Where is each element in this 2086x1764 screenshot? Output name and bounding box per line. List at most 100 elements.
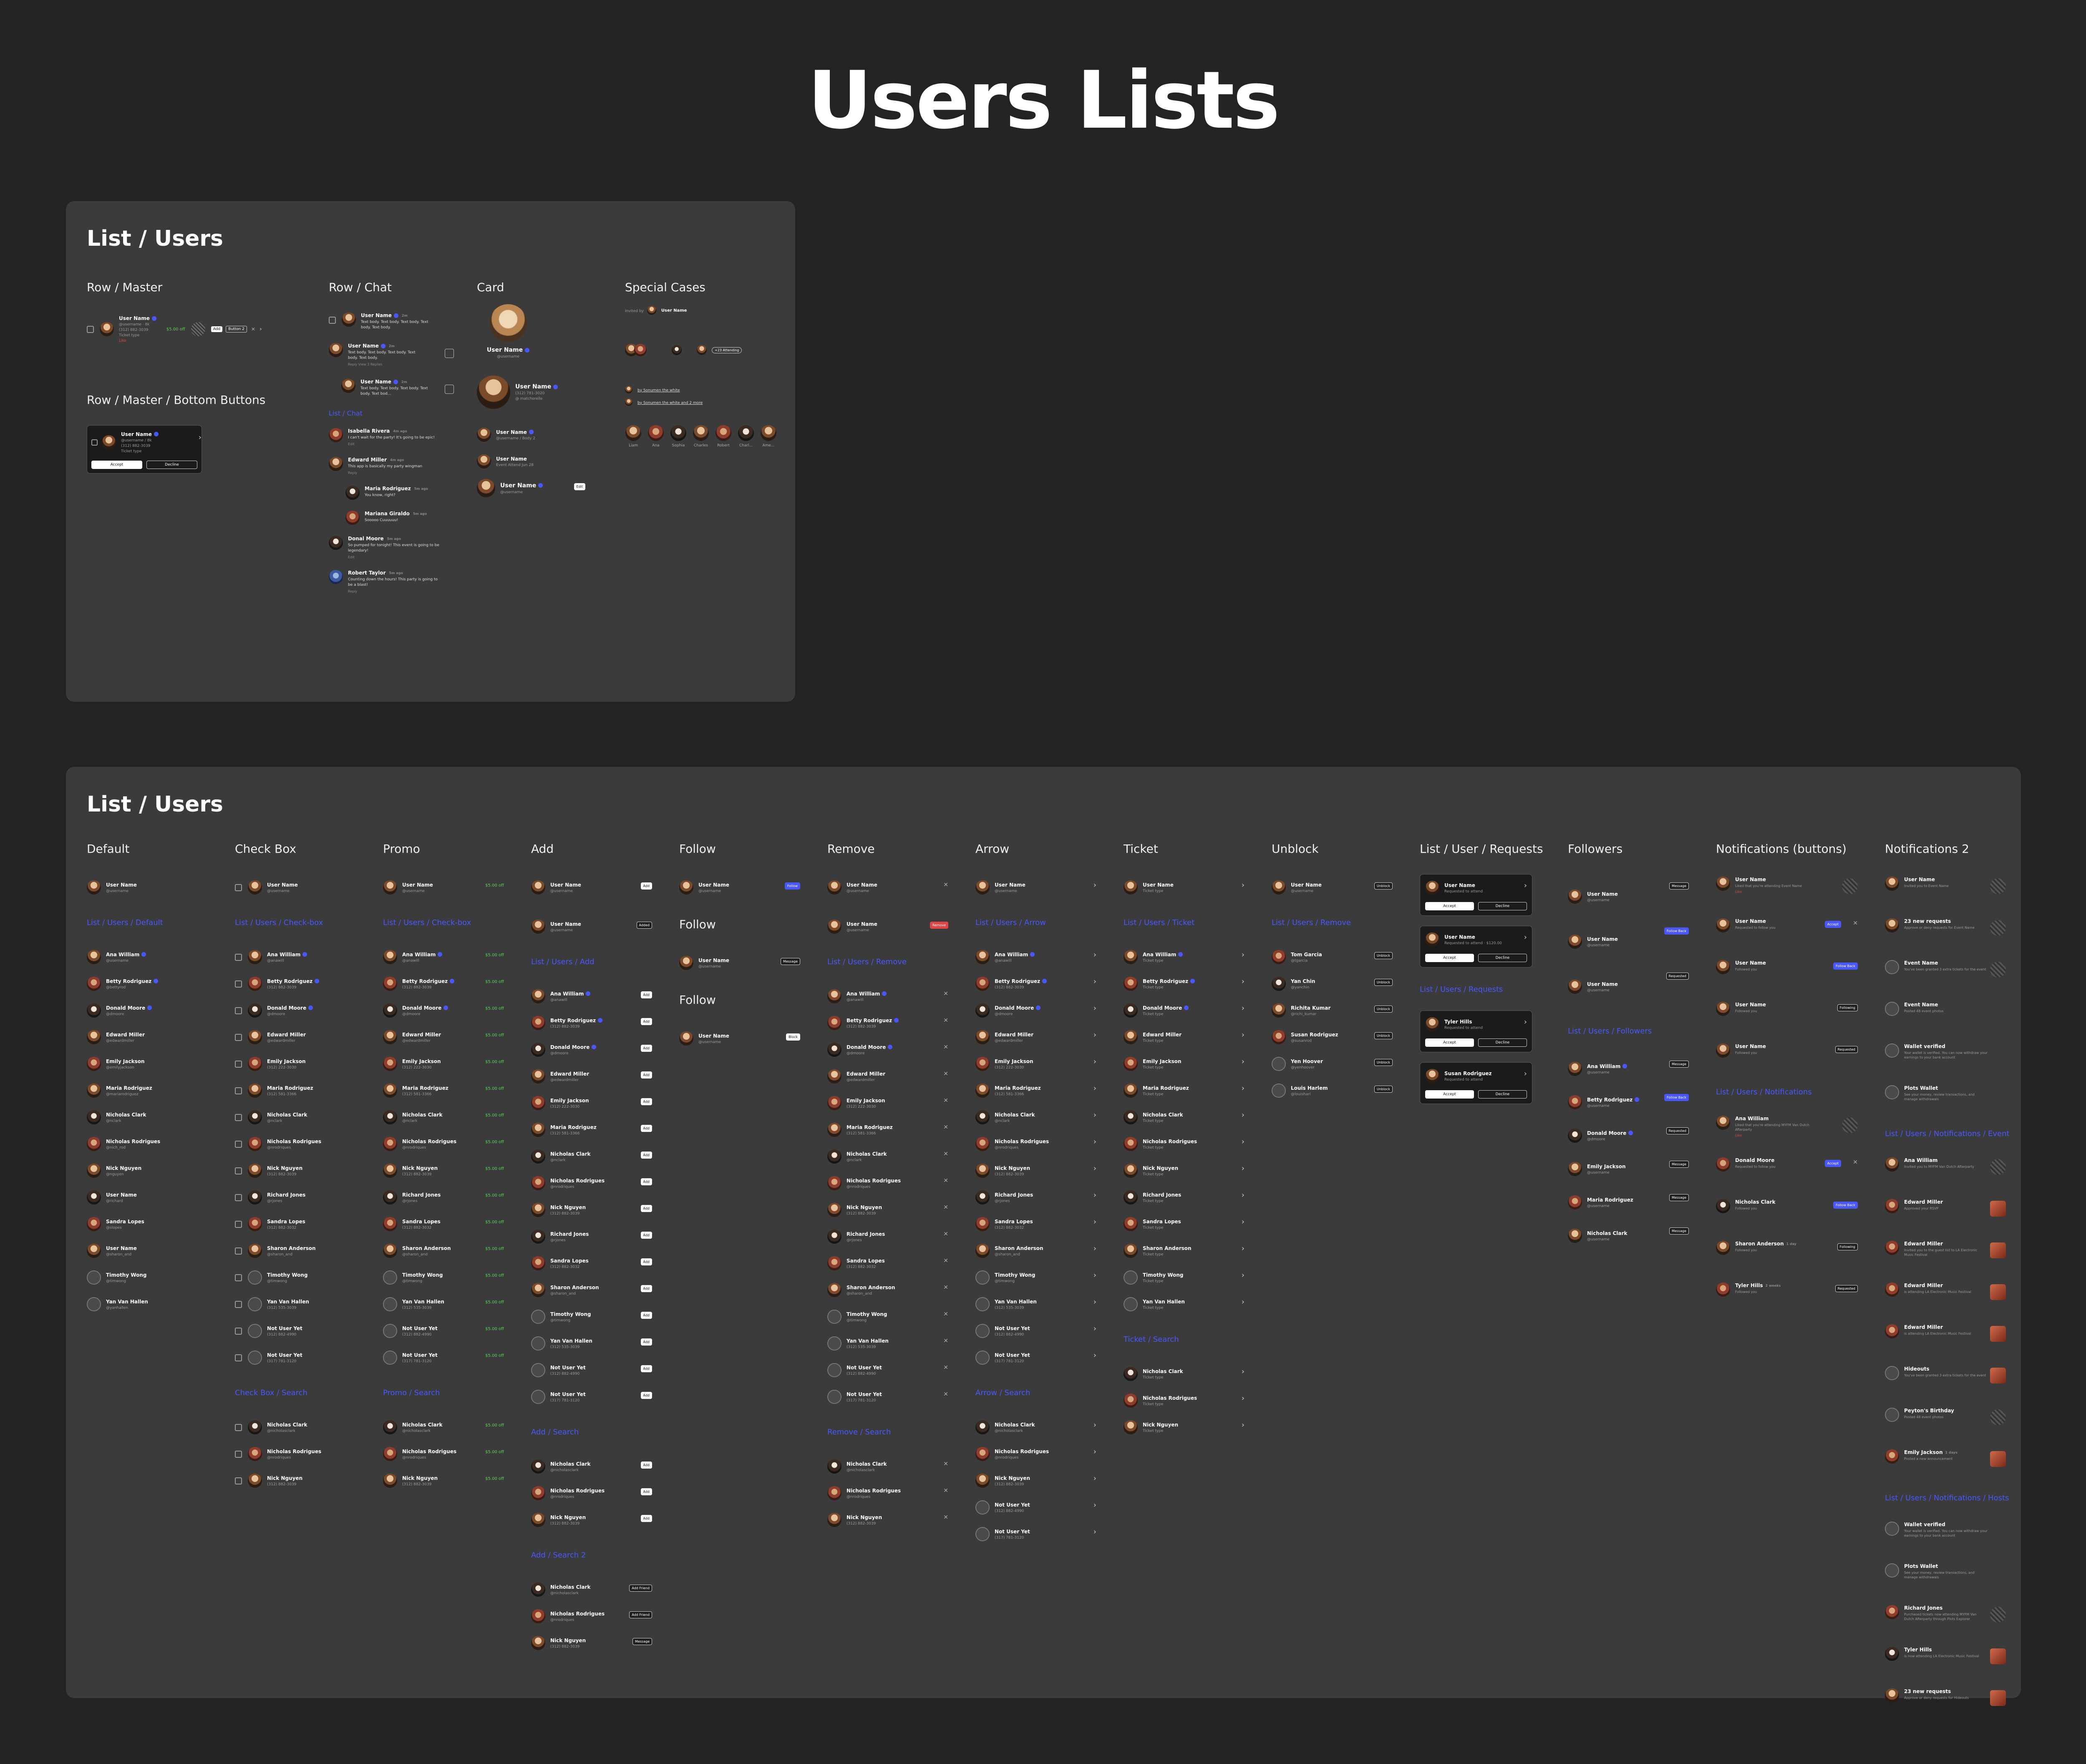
checkbox[interactable] [235,1450,242,1458]
user-row[interactable]: Maria Rodriguez (312) 581-3366 [235,1077,356,1104]
user-row[interactable]: Maria Rodriguez (312) 581-3366 ✕ [827,1116,948,1143]
checkbox[interactable] [91,439,98,446]
checkbox[interactable] [235,1354,242,1361]
chevron-right-icon[interactable]: › [1242,1271,1245,1280]
notification-row[interactable]: User Name Liked that you're attending Eve… [1716,874,1858,903]
accept-button[interactable]: Accept [1425,1038,1474,1047]
add-button[interactable]: Add [640,1018,652,1025]
user-row[interactable]: Sharon Anderson Ticket type › [1124,1237,1245,1264]
avatar-with-name[interactable]: Ame... [760,425,777,448]
chat-list-item[interactable]: Edward Miller 4m ago This app is basically… [329,457,454,475]
chevron-right-icon[interactable]: › [1242,1421,1245,1429]
user-row[interactable]: Nicholas Rodrigues @nrodriques Add [531,1170,652,1197]
add-button[interactable]: Add [640,1152,652,1159]
user-row[interactable]: Betty Rodriguez (312) 882-3039 Add [531,1010,652,1036]
follower-action-button[interactable]: Message [1669,1227,1689,1235]
remove-icon[interactable]: ✕ [943,990,948,997]
user-row[interactable]: Nicholas Rodrigues @nrodriques › [975,1131,1096,1157]
user-row[interactable]: Nick Nguyen (312) 882-3039 ✕ [827,1507,948,1533]
user-card-centered[interactable]: User Name @username [477,304,539,359]
user-row[interactable]: Nicholas Clark @nclark [87,1104,208,1131]
user-row[interactable]: Maria Rodriguez (312) 581-3366 $5.00 off [383,1077,504,1104]
event-thumbnail-icon[interactable] [1990,1159,2006,1175]
notification-row[interactable]: Event Name You've been granted 3 extra ti… [1885,958,2006,987]
user-row-bottom-buttons[interactable]: User Name @username / 8k (312) 882-3039 … [87,425,202,474]
chevron-right-icon[interactable]: › [1242,1191,1245,1200]
user-row[interactable]: Maria Rodriguez (312) 581-3366 › [975,1077,1096,1104]
request-card[interactable]: User Name Requested to attend · $120.00 › A… [1420,926,1532,968]
notification-row[interactable]: Peyton's Birthday Posted 48 event photos [1885,1405,2006,1434]
user-row[interactable]: Nicholas Clark @nclark $5.00 off [383,1104,504,1131]
chevron-right-icon[interactable]: › [1093,1164,1096,1173]
notification-action-button[interactable]: Requested [1835,1285,1858,1292]
user-row[interactable]: Nicholas Clark @username Message [1568,1219,1689,1252]
notification-row[interactable]: Sharon Anderson 1 day Followed you Followin… [1716,1238,1858,1268]
chevron-right-icon[interactable]: › [1093,1501,1096,1509]
user-row[interactable]: Ana William @anawill $5.00 off [383,944,504,970]
user-row[interactable]: Donald Moore Ticket type › [1124,997,1245,1024]
user-row[interactable]: Yan Van Hallen (312) 535-3039 › [975,1291,1096,1318]
chat-icon[interactable] [445,385,454,394]
user-row[interactable]: Ana William @anawill [235,944,356,970]
add-button[interactable]: Add [640,1392,652,1399]
add-button[interactable]: Add [640,1312,652,1319]
user-row[interactable]: Emily Jackson Ticket type › [1124,1051,1245,1077]
user-row[interactable]: Ana William Ticket type › [1124,944,1245,970]
user-row[interactable]: Not User Yet (312) 882-4990 $5.00 off [383,1318,504,1344]
user-row[interactable]: Nicholas Clark Ticket type › [1124,1361,1245,1387]
attending-row[interactable]: +23 Attending [625,342,784,358]
user-row[interactable]: Yan Van Hallen Ticket type › [1124,1291,1245,1318]
user-card-edit[interactable]: User Name @username Edit [477,475,594,501]
follower-action-button[interactable]: Message [1669,1194,1689,1201]
user-row[interactable]: Nicholas Clark @nicholasclark › [975,1414,1096,1441]
request-card[interactable]: User Name Requested to attend › Accept Decli… [1420,874,1532,916]
checkbox[interactable] [235,1327,242,1335]
chevron-right-icon[interactable]: › [1093,881,1096,890]
user-row[interactable]: Yan Van Hallen (312) 535-3039 [235,1291,356,1318]
user-row[interactable]: User Name @username [235,874,356,901]
notification-row[interactable]: Ana William Invited you to MYFM Van Dutch… [1885,1155,2006,1184]
chevron-right-icon[interactable]: › [1524,1018,1527,1026]
notification-action-button[interactable]: Follow Back [1833,1202,1858,1209]
checkbox[interactable] [235,953,242,961]
user-row[interactable]: User Name @username Added [531,913,652,940]
checkbox[interactable] [235,1194,242,1201]
user-row[interactable]: Edward Miller @edwardmiller $5.00 off [383,1024,504,1051]
user-row[interactable]: Nicholas Rodrigues @nrodriques Add [531,1480,652,1507]
checkbox[interactable] [235,1033,242,1041]
notification-row[interactable]: Event Name Posted 48 event photos [1885,999,2006,1028]
user-row[interactable]: Louis Harlem @louisharl Unblock [1272,1077,1393,1104]
user-row[interactable]: Timothy Wong @timwong ✕ [827,1303,948,1330]
event-thumbnail-icon[interactable] [1990,1368,2006,1383]
chevron-right-icon[interactable]: › [1093,1474,1096,1483]
by-label[interactable]: by Sonumen the white [637,388,680,393]
user-row[interactable]: Edward Miller Ticket type › [1124,1024,1245,1051]
notification-row[interactable]: Hideouts You've been granted 3 extra tick… [1885,1363,2006,1393]
event-thumbnail-icon[interactable] [1990,1648,2006,1664]
remove-icon[interactable]: ✕ [943,1151,948,1157]
user-row[interactable]: Tom Garcia @tgarcia Unblock [1272,944,1393,970]
remove-icon[interactable]: ✕ [943,1338,948,1344]
user-row[interactable]: Edward Miller @edwardmiller Add [531,1063,652,1090]
user-row[interactable]: Not User Yet (317) 781-3120 Add [531,1383,652,1410]
chevron-right-icon[interactable]: › [1093,1004,1096,1013]
user-row[interactable]: User Name @sharon_and [87,1237,208,1264]
user-row[interactable]: User Name @username Add [531,874,652,901]
user-row[interactable]: Nicholas Clark @nicholasclark ✕ [827,1453,948,1480]
user-row[interactable]: Timothy Wong @timwong [87,1264,208,1291]
notification-row[interactable]: Emily Jackson 1 days Posted a new announce… [1885,1447,2006,1476]
add-button[interactable]: Add [640,1205,652,1212]
chevron-right-icon[interactable]: › [1093,1324,1096,1333]
user-row[interactable]: Yan Van Hallen (312) 535-3039 $5.00 off [383,1291,504,1318]
user-row[interactable]: Ana William @username [87,944,208,970]
checkbox[interactable] [235,884,242,891]
checkbox[interactable] [235,1140,242,1148]
add-button[interactable]: Add [640,882,652,890]
decline-button[interactable]: Decline [1478,1038,1527,1047]
chevron-right-icon[interactable]: › [1093,1298,1096,1306]
notification-row[interactable]: User Name Followed you Follow Back [1716,958,1858,987]
chevron-right-icon[interactable]: › [1242,1084,1245,1093]
chevron-right-icon[interactable]: › [1093,1244,1096,1253]
add-button[interactable]: Add [211,326,223,332]
user-row[interactable]: Timothy Wong @timwong › [975,1264,1096,1291]
